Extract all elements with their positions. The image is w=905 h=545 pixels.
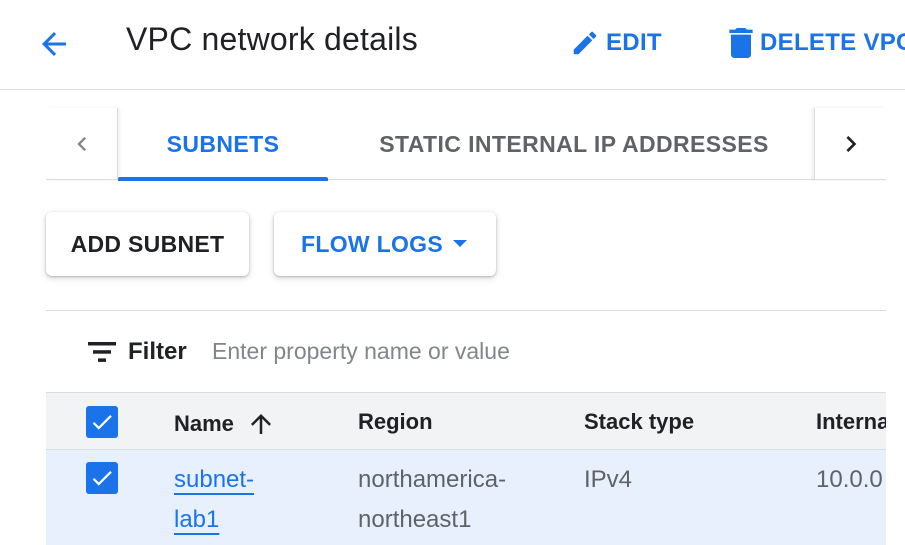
add-subnet-button[interactable]: ADD SUBNET bbox=[46, 212, 249, 276]
table-row: subnet- lab1 northamerica- northeast1 IP… bbox=[46, 450, 886, 545]
tab-scroll-right-button[interactable] bbox=[814, 108, 886, 180]
chevron-left-icon bbox=[76, 137, 86, 151]
subnet-link-line1[interactable]: subnet- bbox=[174, 460, 254, 500]
page-title: VPC network details bbox=[126, 21, 418, 57]
column-header-stack-type[interactable]: Stack type bbox=[584, 409, 694, 435]
tab-static-label: STATIC INTERNAL IP ADDRESSES bbox=[379, 130, 769, 157]
arrow-up-icon bbox=[250, 414, 271, 434]
tab-subnets[interactable]: SUBNETS bbox=[118, 108, 328, 181]
region-line1: northamerica- bbox=[358, 466, 507, 493]
filter-input[interactable] bbox=[212, 331, 662, 371]
tab-static-internal-ip-addresses[interactable]: STATIC INTERNAL IP ADDRESSES bbox=[346, 108, 802, 180]
active-tab-indicator bbox=[118, 177, 328, 181]
checkmark-icon bbox=[92, 471, 112, 486]
add-subnet-label: ADD SUBNET bbox=[70, 230, 225, 257]
cell-region: northamerica- northeast1 bbox=[358, 460, 558, 540]
subnets-table: Name Region Stack type Interna subnet- l… bbox=[46, 392, 886, 545]
region-line2: northeast1 bbox=[358, 506, 472, 533]
tab-subnets-label: SUBNETS bbox=[166, 130, 280, 157]
cell-stack-type: IPv4 bbox=[584, 466, 633, 493]
row-checkbox[interactable] bbox=[86, 462, 118, 494]
table-header: Name Region Stack type Interna bbox=[46, 392, 886, 450]
column-header-name[interactable]: Name bbox=[174, 409, 276, 439]
subnet-link-line2[interactable]: lab1 bbox=[174, 500, 219, 540]
arrow-back-icon bbox=[42, 32, 66, 56]
delete-vpc-button[interactable]: DELETE VPC bbox=[728, 24, 905, 62]
delete-label: DELETE VPC bbox=[760, 29, 905, 56]
flow-logs-button[interactable]: FLOW LOGS bbox=[274, 212, 496, 276]
cell-name: subnet- lab1 bbox=[174, 460, 294, 540]
filter-label: Filter bbox=[128, 338, 187, 365]
checkmark-icon bbox=[92, 415, 112, 430]
trash-icon bbox=[729, 28, 753, 58]
select-all-checkbox[interactable] bbox=[86, 406, 118, 438]
flow-logs-label: FLOW LOGS bbox=[301, 230, 443, 257]
filter-icon[interactable] bbox=[86, 337, 118, 367]
caret-down-icon bbox=[452, 240, 467, 247]
tab-bar: SUBNETS STATIC INTERNAL IP ADDRESSES bbox=[46, 108, 886, 181]
tab-scroll-left-button[interactable] bbox=[46, 108, 118, 180]
edit-button[interactable]: EDIT bbox=[570, 24, 662, 62]
column-header-region[interactable]: Region bbox=[358, 409, 433, 435]
edit-label: EDIT bbox=[606, 29, 662, 56]
cell-internal-ip: 10.0.0 bbox=[816, 466, 883, 493]
column-name-label: Name bbox=[174, 411, 234, 436]
filter-bar: Filter bbox=[46, 310, 886, 392]
column-header-internal[interactable]: Interna bbox=[816, 409, 886, 435]
back-button[interactable] bbox=[32, 22, 76, 66]
page-header: VPC network details EDIT DELETE VPC bbox=[0, 0, 905, 90]
chevron-right-icon bbox=[845, 136, 856, 152]
pencil-icon bbox=[573, 31, 597, 55]
